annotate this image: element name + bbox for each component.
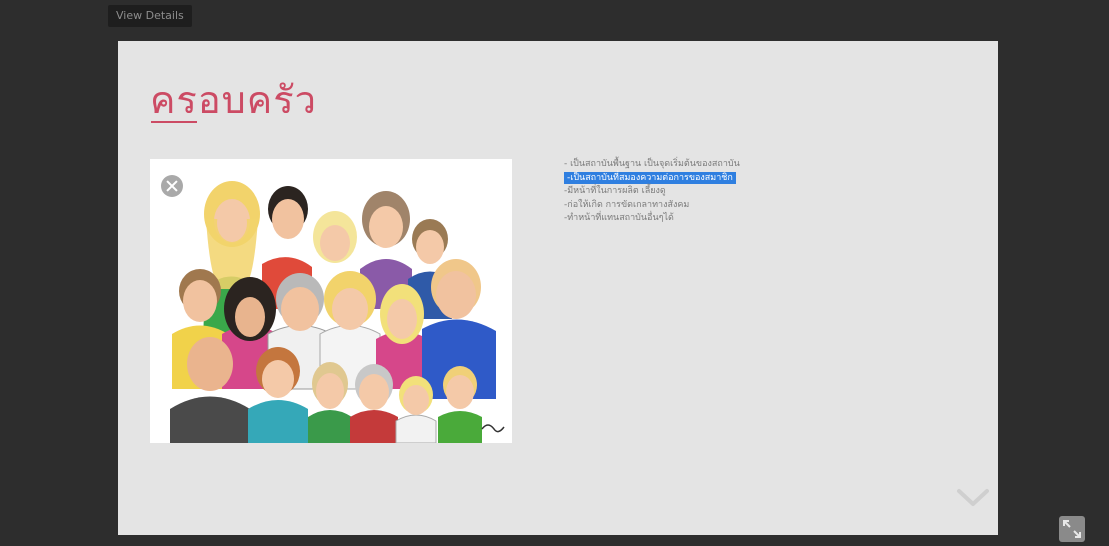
family-illustration	[150, 159, 512, 443]
bullet-item-highlighted: -เป็นสถาบันที่สมองความต่อการของสมาชิก	[564, 171, 864, 186]
bullet-text: -ก่อให้เกิด การขัดเกลาทางสังคม	[564, 199, 690, 210]
presentation-slide: ครอบครัว - เป็นสถาบันพื้นฐาน เป็นจุดเริ่…	[118, 41, 998, 535]
family-cartoon-image	[150, 159, 512, 443]
bullet-item: -ก่อให้เกิด การขัดเกลาทางสังคม	[564, 199, 864, 213]
bullet-text: -ทำหน้าที่แทนสถาบันอื่นๆได้	[564, 213, 674, 223]
bullet-item: - เป็นสถาบันพื้นฐาน เป็นจุดเริ่มต้นของสถ…	[564, 158, 864, 172]
bullet-text: -มีหน้าที่ในการผลิต เลี้ยงดู	[564, 186, 666, 196]
bullet-item: -มีหน้าที่ในการผลิต เลี้ยงดู	[564, 185, 864, 199]
view-details-button[interactable]: View Details	[108, 5, 192, 27]
bullet-text: -เป็นสถาบันที่สมองความต่อการของสมาชิก	[564, 171, 736, 184]
family-member-figure	[313, 211, 357, 263]
close-icon[interactable]	[161, 175, 183, 197]
bullet-text: - เป็นสถาบันพื้นฐาน เป็นจุดเริ่มต้นของสถ…	[564, 159, 740, 169]
bullet-item: -ทำหน้าที่แทนสถาบันอื่นๆได้	[564, 212, 864, 226]
bullet-list: - เป็นสถาบันพื้นฐาน เป็นจุดเริ่มต้นของสถ…	[564, 158, 864, 226]
expand-icon[interactable]	[1059, 516, 1085, 542]
chevron-down-icon[interactable]	[956, 487, 990, 509]
title-underline	[151, 121, 197, 123]
expand-glyph	[1063, 520, 1081, 538]
